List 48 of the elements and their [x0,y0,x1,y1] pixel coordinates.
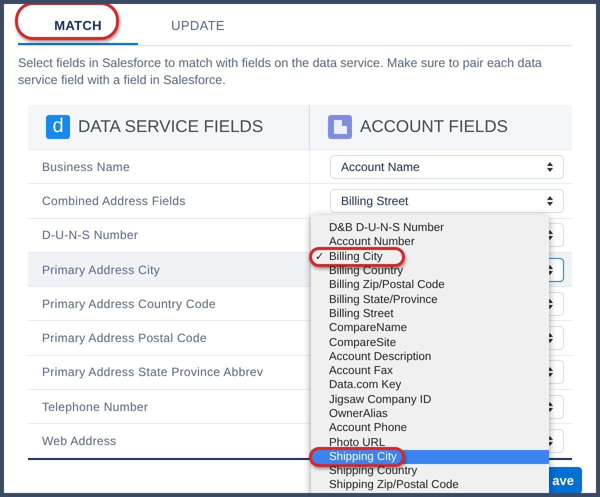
sort-arrows-icon [547,402,553,412]
menu-item[interactable]: OwnerAlias [311,406,549,422]
description: Select fields in Salesforce to match with fields on the data service. Make sure to pair each data service field with a field in Salesforce. [18,55,543,89]
select-field[interactable]: Account Name [330,154,564,179]
menu-item[interactable]: Shipping Zip/Postal Code [311,478,549,493]
field-name: Telephone Number [42,398,148,416]
data-service-logo: d [46,115,70,139]
sort-arrows-icon [547,264,553,275]
field-name: Web Address [42,433,116,450]
sort-arrows-icon [547,298,553,309]
menu-item[interactable]: Jigsaw Company ID [311,392,549,407]
tab[interactable]: MATCH [18,8,138,45]
select-field[interactable]: Billing Street [330,188,564,213]
sort-arrows-icon [547,367,553,378]
menu-item[interactable]: CompareName [311,321,549,336]
field-name: Business Name [42,158,130,176]
sort-arrows-icon [547,436,553,446]
sort-arrows-icon [547,333,553,344]
field-name: Primary Address Postal Code [42,330,207,348]
menu-item[interactable]: Account Description [311,350,549,364]
menu-item[interactable]: Billing State/Province [311,292,549,307]
field-name: Primary Address Country Code [42,296,216,313]
sort-arrows-icon [547,230,553,240]
menu-item[interactable]: Billing Zip/Postal Code [311,278,549,292]
menu-item[interactable]: ✓ Billing City [311,250,549,264]
menu-item[interactable]: Billing Street [311,306,549,322]
menu-item[interactable]: Shipping City [311,450,549,464]
menu-item[interactable]: Shipping Country [311,464,549,478]
menu-item[interactable]: Data.com Key [311,378,549,393]
sort-arrows-icon [547,162,553,172]
field-name: Primary Address State Province Abbrev [42,364,264,382]
tab[interactable]: UPDATE [138,8,258,45]
sort-arrows-icon [547,196,553,206]
field-name: Combined Address Fields [42,192,186,210]
menu-item[interactable]: D&B D-U-N-S Number [311,221,549,236]
menu-item[interactable]: Photo URL [311,435,549,450]
field-name: D-U-N-S Number [42,227,138,244]
check-mark: ✓ [315,250,325,264]
menu-item[interactable]: Account Fax [311,364,549,378]
building-icon [328,115,352,139]
column-heading: ACCOUNT FIELDS [360,116,508,138]
menu-item[interactable]: CompareSite [311,335,549,350]
column-heading: DATA SERVICE FIELDS [78,116,264,138]
menu-item[interactable]: Billing Country [311,264,549,278]
menu-item[interactable]: Account Phone [311,421,549,436]
field-name: Primary Address City [42,262,160,279]
menu-item[interactable]: Account Number [311,235,549,250]
save-button[interactable]: ave [546,467,582,493]
